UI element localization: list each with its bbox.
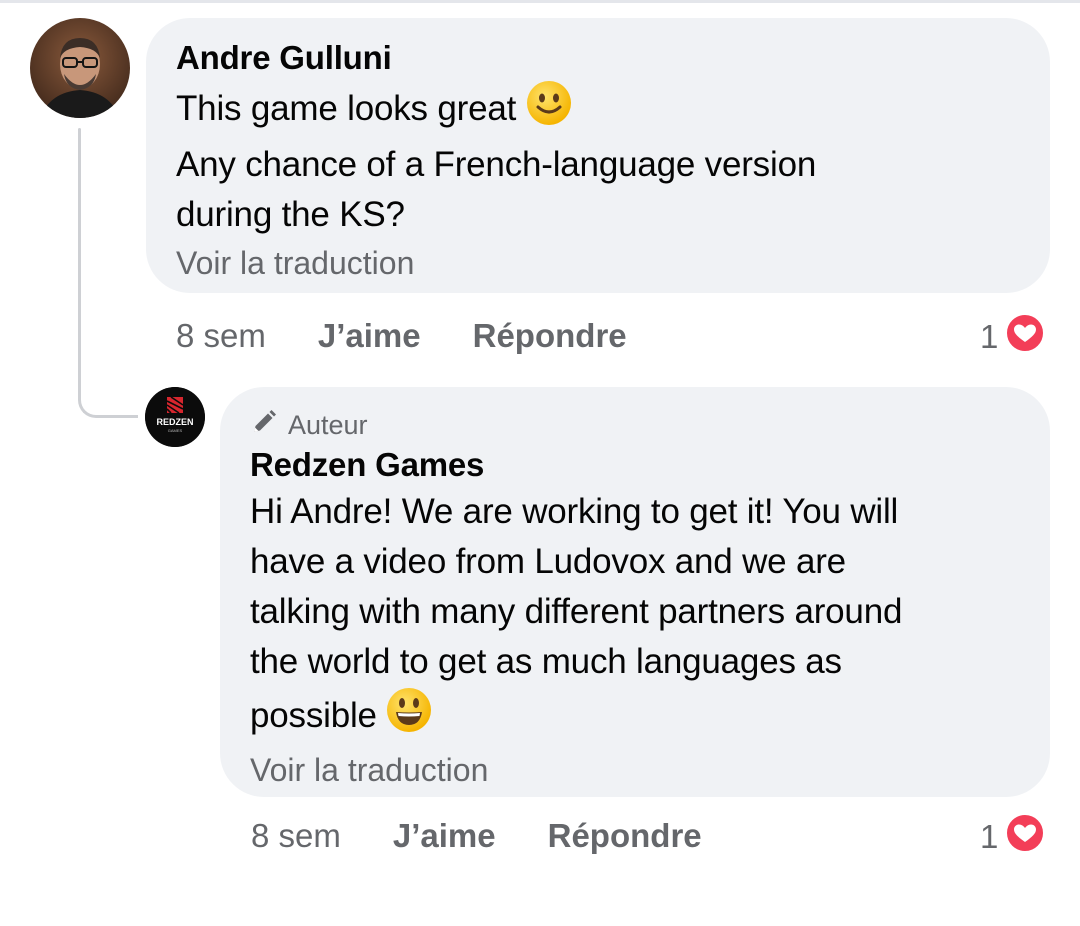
comment-author[interactable]: Redzen Games <box>250 443 1020 487</box>
grinning-face-emoji-icon <box>386 687 432 747</box>
thread-line <box>78 128 81 398</box>
comment-text-line: possible <box>250 696 377 735</box>
comment-text-line: Hi Andre! We are working to get it! You … <box>250 492 899 531</box>
comment-text-line: talking with many different partners aro… <box>250 592 903 631</box>
comment-text: Hi Andre! We are working to get it! You … <box>250 487 1020 747</box>
comment-text-line: the world to get as much languages as <box>250 642 842 681</box>
reply-actions: 8 sem J’aime Répondre <box>251 814 702 858</box>
top-divider <box>0 0 1080 3</box>
logo-subtext: GAMES <box>168 428 183 433</box>
pencil-icon <box>250 408 288 443</box>
avatar-redzen-games[interactable]: REDZEN GAMES <box>145 387 205 447</box>
comment-text-line: have a video from Ludovox and we are <box>250 542 846 581</box>
thread-line-curve <box>78 370 138 418</box>
reaction-count: 1 <box>980 818 999 855</box>
comment-actions: 8 sem J’aime Répondre <box>176 314 627 358</box>
reply-button[interactable]: Répondre <box>548 817 702 855</box>
comment-text: This game looks great Any chance of a Fr… <box>176 80 1020 240</box>
comment-author[interactable]: Andre Gulluni <box>176 36 1020 80</box>
love-heart-reaction-icon <box>1004 312 1046 362</box>
comment-bubble: Andre Gulluni This game looks great Any … <box>146 18 1050 293</box>
comment-timestamp[interactable]: 8 sem <box>251 817 341 855</box>
reply-button[interactable]: Répondre <box>473 317 627 355</box>
see-translation-link[interactable]: Voir la traduction <box>176 240 1020 286</box>
comment-timestamp[interactable]: 8 sem <box>176 317 266 355</box>
comment-text-line: during the KS? <box>176 195 405 234</box>
author-badge-label: Auteur <box>288 409 368 440</box>
reaction-summary[interactable]: 1 <box>980 812 1046 862</box>
love-heart-reaction-icon <box>1004 812 1046 862</box>
comment-text-line: This game looks great <box>176 89 517 128</box>
logo-text: REDZEN <box>156 417 193 427</box>
avatar-andre-gulluni[interactable] <box>30 18 130 118</box>
reply-bubble: Auteur Redzen Games Hi Andre! We are wor… <box>220 387 1050 797</box>
see-translation-link[interactable]: Voir la traduction <box>250 747 1020 793</box>
slightly-smiling-face-emoji-icon <box>526 80 572 140</box>
like-button[interactable]: J’aime <box>318 317 421 355</box>
comment-text-line: Any chance of a French-language version <box>176 145 817 184</box>
reaction-count: 1 <box>980 318 999 355</box>
author-badge: Auteur <box>250 407 1020 443</box>
like-button[interactable]: J’aime <box>393 817 496 855</box>
reaction-summary[interactable]: 1 <box>980 312 1046 362</box>
